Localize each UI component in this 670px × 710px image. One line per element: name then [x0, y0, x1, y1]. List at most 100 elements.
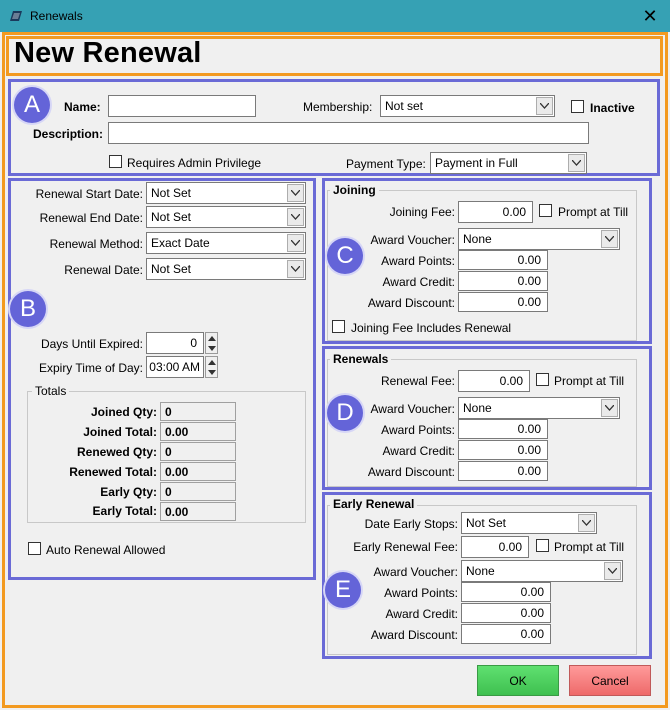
- totals-label: Early Total:: [92, 504, 157, 518]
- name-input[interactable]: [108, 95, 256, 117]
- early-renewal-title: Early Renewal: [330, 497, 418, 511]
- early-voucher-value: None: [466, 564, 495, 578]
- renewal-method-label: Renewal Method:: [49, 237, 143, 251]
- renewal-voucher-value: None: [463, 401, 492, 415]
- joining-prompt-label: Prompt at Till: [558, 205, 629, 219]
- renewal-fee-label: Renewal Fee:: [380, 374, 455, 388]
- renewals-title: Renewals: [330, 352, 392, 366]
- early-points-input[interactable]: 0.00: [461, 582, 551, 602]
- spin-up-icon: [208, 336, 216, 341]
- cancel-button[interactable]: Cancel: [569, 665, 651, 696]
- renewal-voucher-select[interactable]: None: [458, 397, 620, 419]
- auto-renewal-checkbox[interactable]: [28, 542, 41, 555]
- date-early-stops-label: Date Early Stops:: [364, 517, 458, 531]
- chevron-down-icon: [604, 562, 621, 580]
- chevron-down-icon: [578, 514, 595, 532]
- early-prompt-checkbox[interactable]: [536, 539, 549, 552]
- chevron-down-icon: [568, 154, 585, 172]
- joining-voucher-label: Award Voucher:: [370, 233, 456, 247]
- renewal-credit-label: Award Credit:: [382, 444, 455, 458]
- auto-renewal-label: Auto Renewal Allowed: [46, 543, 166, 557]
- totals-label: Renewed Total:: [69, 465, 157, 479]
- inactive-label: Inactive: [590, 101, 635, 115]
- renewal-start-label: Renewal Start Date:: [35, 187, 143, 201]
- chevron-down-icon: [536, 97, 553, 115]
- early-credit-input[interactable]: 0.00: [461, 603, 551, 623]
- totals-value: 0.00: [160, 462, 236, 481]
- renewal-credit-input[interactable]: 0.00: [458, 440, 548, 460]
- close-icon[interactable]: ✕: [636, 4, 664, 28]
- membership-select[interactable]: Not set: [380, 95, 555, 117]
- date-early-stops-value: Not Set: [466, 516, 507, 530]
- totals-title: Totals: [32, 384, 70, 398]
- days-until-expired-label: Days Until Expired:: [40, 337, 143, 351]
- totals-label: Joined Total:: [83, 425, 157, 439]
- early-fee-label: Early Renewal Fee:: [353, 540, 458, 554]
- name-label: Name:: [64, 100, 101, 114]
- chevron-down-icon: [287, 234, 304, 252]
- totals-value: 0: [160, 482, 236, 501]
- expiry-spinner[interactable]: [205, 356, 218, 378]
- renewal-points-label: Award Points:: [381, 423, 455, 437]
- joining-points-input[interactable]: 0.00: [458, 250, 548, 270]
- renewal-start-value: Not Set: [151, 186, 192, 200]
- renewal-discount-input[interactable]: 0.00: [458, 461, 548, 481]
- totals-value: 0: [160, 442, 236, 461]
- joining-prompt-checkbox[interactable]: [539, 204, 552, 217]
- early-fee-input[interactable]: 0.00: [461, 536, 529, 558]
- ok-button[interactable]: OK: [477, 665, 559, 696]
- renewal-method-value: Exact Date: [151, 236, 210, 250]
- includes-renewal-checkbox[interactable]: [332, 320, 345, 333]
- membership-label: Membership:: [303, 100, 373, 114]
- renewal-voucher-label: Award Voucher:: [370, 402, 456, 416]
- description-label: Description:: [33, 127, 104, 141]
- renewal-prompt-checkbox[interactable]: [536, 373, 549, 386]
- renewal-start-select[interactable]: Not Set: [146, 182, 306, 204]
- window-title: Renewals: [30, 9, 83, 23]
- days-until-expired-input[interactable]: 0: [146, 332, 204, 354]
- early-voucher-select[interactable]: None: [461, 560, 623, 582]
- date-early-stops-select[interactable]: Not Set: [461, 512, 597, 534]
- totals-value: 0: [160, 402, 236, 421]
- joining-credit-input[interactable]: 0.00: [458, 271, 548, 291]
- renewal-prompt-label: Prompt at Till: [554, 374, 625, 388]
- app-icon: [10, 11, 22, 21]
- spin-up-icon: [208, 360, 216, 365]
- joining-fee-input[interactable]: 0.00: [458, 201, 533, 223]
- totals-label: Early Qty:: [100, 485, 157, 499]
- renewal-end-select[interactable]: Not Set: [146, 206, 306, 228]
- renewal-date-select[interactable]: Not Set: [146, 258, 306, 280]
- renewal-points-input[interactable]: 0.00: [458, 419, 548, 439]
- renewal-date-label: Renewal Date:: [64, 263, 143, 277]
- renewal-method-select[interactable]: Exact Date: [146, 232, 306, 254]
- joining-voucher-select[interactable]: None: [458, 228, 620, 250]
- chevron-down-icon: [287, 260, 304, 278]
- badge-b: B: [10, 291, 46, 327]
- membership-value: Not set: [385, 99, 424, 113]
- spin-down-icon: [208, 370, 216, 375]
- early-discount-input[interactable]: 0.00: [461, 624, 551, 644]
- renewal-fee-input[interactable]: 0.00: [458, 370, 530, 392]
- days-spinner[interactable]: [205, 332, 218, 354]
- totals-value: 0.00: [160, 502, 236, 521]
- inactive-checkbox[interactable]: [571, 100, 584, 113]
- chevron-down-icon: [287, 208, 304, 226]
- badge-a: A: [14, 87, 50, 123]
- early-discount-label: Award Discount:: [370, 628, 458, 642]
- renewal-end-value: Not Set: [151, 210, 192, 224]
- requires-admin-checkbox[interactable]: [109, 155, 122, 168]
- early-voucher-label: Award Voucher:: [373, 565, 459, 579]
- joining-credit-label: Award Credit:: [382, 275, 455, 289]
- expiry-time-label: Expiry Time of Day:: [38, 361, 143, 375]
- spin-down-icon: [208, 346, 216, 351]
- chevron-down-icon: [601, 399, 618, 417]
- joining-fee-label: Joining Fee:: [389, 205, 455, 219]
- chevron-down-icon: [287, 184, 304, 202]
- joining-discount-input[interactable]: 0.00: [458, 292, 548, 312]
- description-input[interactable]: [108, 122, 589, 144]
- early-points-label: Award Points:: [384, 586, 458, 600]
- joining-title: Joining: [330, 183, 379, 197]
- renewal-end-label: Renewal End Date:: [39, 211, 143, 225]
- payment-type-select[interactable]: Payment in Full: [430, 152, 587, 174]
- expiry-time-input[interactable]: 03:00 AM: [146, 356, 204, 378]
